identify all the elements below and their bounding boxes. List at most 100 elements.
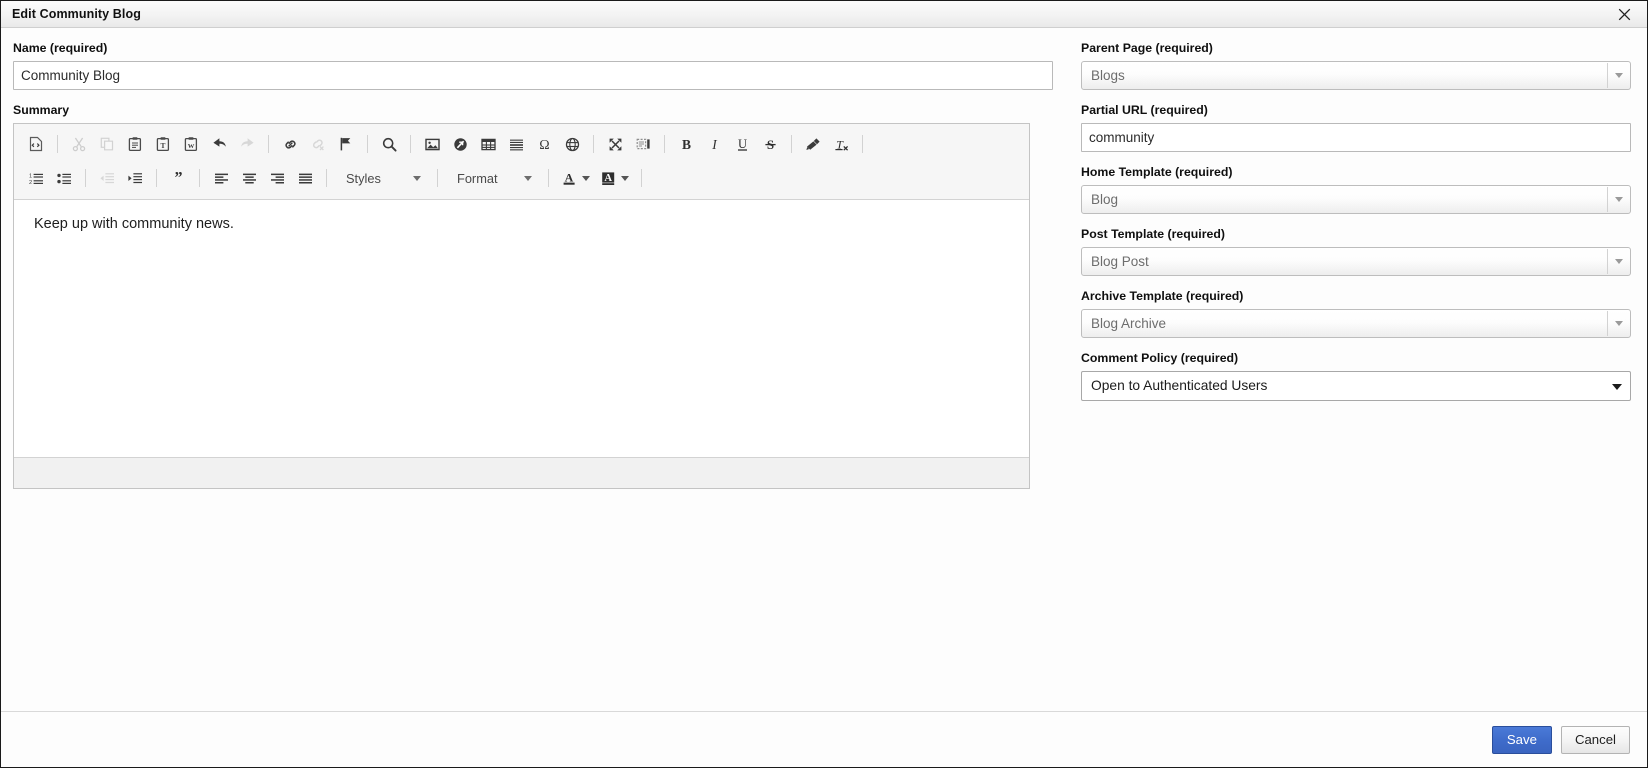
toolbar-separator (57, 135, 58, 153)
close-icon[interactable] (1601, 1, 1647, 27)
styles-dropdown-label: Styles (346, 170, 381, 186)
outdent-icon[interactable] (94, 166, 120, 191)
format-dropdown-label: Format (457, 170, 498, 186)
comment-policy-label: Comment Policy (required) (1081, 351, 1239, 365)
post-template-field-block: Post Template (required) Blog Post (1081, 227, 1631, 276)
svg-text:U: U (737, 137, 746, 151)
redo-icon[interactable] (234, 132, 260, 157)
parent-page-value: Blogs (1091, 68, 1125, 83)
name-label: Name (required) (13, 41, 108, 55)
partial-url-input[interactable] (1081, 123, 1631, 152)
parent-page-select[interactable]: Blogs (1081, 61, 1631, 90)
copy-icon[interactable] (94, 132, 120, 157)
svg-text:1: 1 (29, 173, 32, 179)
dialog-footer: Save Cancel (1, 711, 1647, 767)
chevron-down-icon (413, 175, 421, 181)
svg-text:2: 2 (29, 180, 32, 186)
paste-text-icon[interactable]: T (150, 132, 176, 157)
cut-icon[interactable] (66, 132, 92, 157)
indent-icon[interactable] (122, 166, 148, 191)
home-template-label: Home Template (required) (1081, 165, 1233, 179)
editor-toolbar: T W Ω B I U S T 1 2 ” Styles Format A A (14, 124, 1029, 200)
chevron-down-icon (524, 175, 532, 181)
home-template-select[interactable]: Blog (1081, 185, 1631, 214)
comment-policy-value: Open to Authenticated Users (1091, 378, 1268, 393)
undo-icon[interactable] (206, 132, 232, 157)
special-character-icon[interactable]: Ω (531, 132, 557, 157)
summary-editor-content[interactable]: Keep up with community news. (14, 200, 1029, 457)
text-color-button[interactable]: A (557, 166, 594, 191)
show-blocks-icon[interactable] (630, 132, 656, 157)
dialog-title: Edit Community Blog (12, 7, 141, 21)
iframe-icon[interactable] (559, 132, 585, 157)
chevron-down-icon (1607, 63, 1629, 88)
svg-text:A: A (604, 173, 612, 184)
edit-blog-dialog: Edit Community Blog Name (required) Summ… (0, 0, 1648, 768)
horizontal-rule-icon[interactable] (503, 132, 529, 157)
post-template-select[interactable]: Blog Post (1081, 247, 1631, 276)
blockquote-icon[interactable]: ” (165, 166, 191, 191)
table-icon[interactable] (475, 132, 501, 157)
unlink-icon[interactable] (305, 132, 331, 157)
name-input[interactable] (13, 61, 1053, 90)
background-color-button[interactable]: A (596, 166, 633, 191)
toolbar-separator (326, 169, 327, 187)
post-template-value: Blog Post (1091, 254, 1149, 269)
editor-status-bar (14, 457, 1029, 488)
align-left-icon[interactable] (208, 166, 234, 191)
svg-text:”: ” (174, 170, 182, 187)
toolbar-separator (268, 135, 269, 153)
underline-icon[interactable]: U (729, 132, 755, 157)
bold-icon[interactable]: B (673, 132, 699, 157)
flash-icon[interactable] (447, 132, 473, 157)
chevron-down-icon (1607, 249, 1629, 274)
copy-formatting-icon[interactable] (800, 132, 826, 157)
remove-format-icon[interactable]: T (828, 132, 854, 157)
svg-text:T: T (161, 141, 166, 150)
strikethrough-icon[interactable]: S (757, 132, 783, 157)
chevron-down-icon (621, 175, 629, 181)
italic-icon[interactable]: I (701, 132, 727, 157)
search-icon[interactable] (376, 132, 402, 157)
styles-dropdown[interactable]: Styles (336, 165, 428, 191)
save-button[interactable]: Save (1491, 725, 1552, 754)
justify-icon[interactable] (292, 166, 318, 191)
dialog-body: Name (required) Summary (1, 28, 1647, 711)
numbered-list-icon[interactable]: 1 2 (23, 166, 49, 191)
chevron-down-icon (1607, 311, 1629, 336)
format-dropdown[interactable]: Format (447, 165, 539, 191)
svg-text:W: W (188, 143, 195, 150)
toolbar-separator (410, 135, 411, 153)
parent-page-field-block: Parent Page (required) Blogs (1081, 41, 1631, 90)
chevron-down-icon (582, 175, 590, 181)
image-icon[interactable] (419, 132, 445, 157)
paste-icon[interactable] (122, 132, 148, 157)
cancel-button[interactable]: Cancel (1560, 725, 1630, 754)
toolbar-separator (156, 169, 157, 187)
archive-template-select[interactable]: Blog Archive (1081, 309, 1631, 338)
svg-text:B: B (681, 137, 690, 152)
toolbar-separator (199, 169, 200, 187)
anchor-icon[interactable] (333, 132, 359, 157)
comment-policy-field-block: Comment Policy (required) Open to Authen… (1081, 351, 1631, 401)
paste-from-word-icon[interactable]: W (178, 132, 204, 157)
align-center-icon[interactable] (236, 166, 262, 191)
link-icon[interactable] (277, 132, 303, 157)
toolbar-separator (548, 169, 549, 187)
chevron-down-icon (1612, 384, 1622, 390)
toolbar-separator (367, 135, 368, 153)
home-template-value: Blog (1091, 192, 1119, 207)
comment-policy-select[interactable]: Open to Authenticated Users (1081, 371, 1631, 401)
left-column: Name (required) Summary (13, 41, 1053, 711)
archive-template-field-block: Archive Template (required) Blog Archive (1081, 289, 1631, 338)
name-field-block: Name (required) (13, 41, 1053, 90)
maximize-icon[interactable] (602, 132, 628, 157)
bulleted-list-icon[interactable] (51, 166, 77, 191)
toolbar-separator (593, 135, 594, 153)
summary-rich-text-editor: T W Ω B I U S T 1 2 ” Styles Format A A … (13, 123, 1030, 489)
toolbar-separator (437, 169, 438, 187)
source-icon[interactable] (23, 132, 49, 157)
dialog-titlebar: Edit Community Blog (1, 1, 1647, 28)
align-right-icon[interactable] (264, 166, 290, 191)
editor-toolbar-row-2: 1 2 ” Styles Format A A (17, 161, 1026, 195)
